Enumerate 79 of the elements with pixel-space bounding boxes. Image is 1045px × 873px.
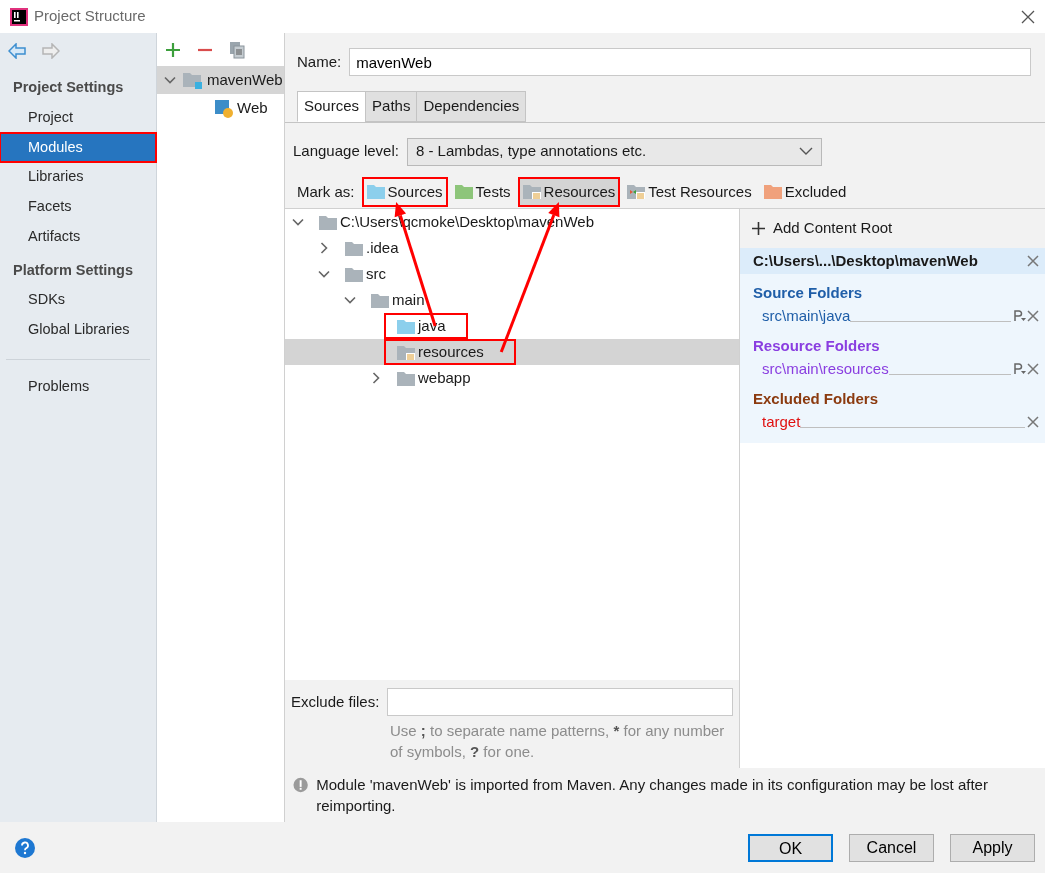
sidebar-heading: Platform Settings (12, 260, 135, 280)
tab[interactable]: Dependencies (416, 91, 527, 122)
expanded-caret-icon[interactable] (292, 216, 304, 228)
dialog-button[interactable]: Apply (950, 833, 1035, 862)
folder-path: src\main\java (762, 305, 851, 326)
sidebar-item[interactable]: Project (0, 102, 156, 133)
mark-as-button[interactable]: Tests (450, 177, 515, 206)
resource-folder-icon (397, 344, 415, 360)
dialog-button[interactable]: OK (748, 833, 833, 862)
folder-path: target (762, 411, 801, 432)
folder-icon (627, 184, 646, 200)
folder-icon (397, 318, 415, 334)
expanded-caret-icon[interactable] (318, 268, 330, 280)
module-tree-item[interactable]: mavenWeb (157, 66, 284, 94)
sidebar-item[interactable]: Artifacts (0, 221, 156, 252)
exclude-files-label: Exclude files: (291, 691, 380, 712)
sidebar-item[interactable]: Libraries (0, 162, 156, 192)
back-icon[interactable] (8, 43, 26, 59)
folder-icon (522, 184, 541, 200)
sidebar-item[interactable]: Problems (0, 371, 156, 402)
sidebar-heading: Project Settings (12, 78, 125, 97)
name-label: Name: (297, 51, 342, 72)
window-title: Project Structure (34, 6, 146, 27)
language-level-label: Language level: (293, 141, 399, 162)
add-icon[interactable] (752, 221, 765, 235)
expanded-caret-icon[interactable] (164, 74, 176, 86)
folder-icon (366, 184, 385, 200)
web-facet-icon (215, 99, 233, 118)
folder-group-title: Excluded Folders (752, 389, 880, 409)
copy-icon[interactable] (229, 40, 245, 59)
tree-node[interactable]: .idea (333, 235, 406, 261)
remove-icon[interactable] (1027, 254, 1039, 267)
mark-as-button[interactable]: Excluded (759, 177, 851, 206)
dialog-button[interactable]: Cancel (849, 833, 934, 862)
remove-icon[interactable] (1027, 362, 1039, 375)
collapsed-caret-icon[interactable] (318, 242, 330, 254)
folder-icon (454, 184, 473, 200)
folder-icon (345, 266, 363, 282)
mark-as-button[interactable]: Test Resources (623, 177, 756, 206)
mark-as-button[interactable]: Sources (362, 177, 447, 206)
sidebar-item[interactable]: Facets (0, 192, 156, 222)
language-level-dropdown[interactable]: 8 - Lambdas, type annotations etc. (406, 137, 822, 166)
help-icon[interactable] (14, 836, 36, 859)
hint-text: Use ; to separate name patterns, * for any number of symbols, ? for one. (389, 721, 726, 762)
remove-icon[interactable] (1027, 415, 1039, 428)
expanded-caret-icon[interactable] (344, 294, 356, 306)
folder-group-title: Source Folders (752, 283, 864, 303)
package-prefix-icon[interactable] (1013, 361, 1027, 376)
close-icon[interactable] (1021, 10, 1035, 25)
folder-icon (371, 292, 389, 308)
folder-icon (345, 240, 363, 256)
folder-icon (763, 184, 782, 200)
folder-path: src\main\resources (762, 358, 889, 379)
tree-node[interactable]: java (385, 313, 467, 339)
remove-icon[interactable] (1027, 309, 1039, 322)
tab[interactable]: Paths (365, 91, 418, 122)
module-folder-icon (183, 72, 203, 90)
collapsed-caret-icon[interactable] (370, 372, 382, 384)
content-root-path: C:\Users\...\Desktop\mavenWeb (753, 250, 978, 271)
tree-node[interactable]: main (359, 287, 432, 313)
sidebar-item[interactable]: SDKs (0, 285, 156, 315)
tree-node[interactable]: src (333, 261, 393, 287)
folder-icon (397, 370, 415, 386)
sidebar-item[interactable]: Global Libraries (0, 315, 156, 345)
folder-icon (319, 214, 337, 230)
tab[interactable]: Sources (297, 91, 367, 122)
app-logo-icon (10, 7, 28, 26)
tree-node[interactable]: webapp (385, 365, 478, 391)
exclude-files-field[interactable] (387, 688, 733, 716)
package-prefix-icon[interactable] (1013, 308, 1027, 323)
import-note: Module 'mavenWeb' is imported from Maven. Any changes made in its configuration may be lost after reimporting. (316, 775, 989, 816)
sidebar-item[interactable]: Modules (0, 132, 156, 163)
mark-as-button[interactable]: Resources (518, 177, 620, 206)
info-icon (293, 777, 309, 793)
module-tree-item[interactable]: Web (157, 94, 284, 122)
folder-group-title: Resource Folders (752, 336, 881, 356)
mark-as-label: Mark as: (297, 181, 355, 202)
name-field[interactable]: mavenWeb (349, 48, 1031, 76)
caret-icon (798, 147, 813, 156)
